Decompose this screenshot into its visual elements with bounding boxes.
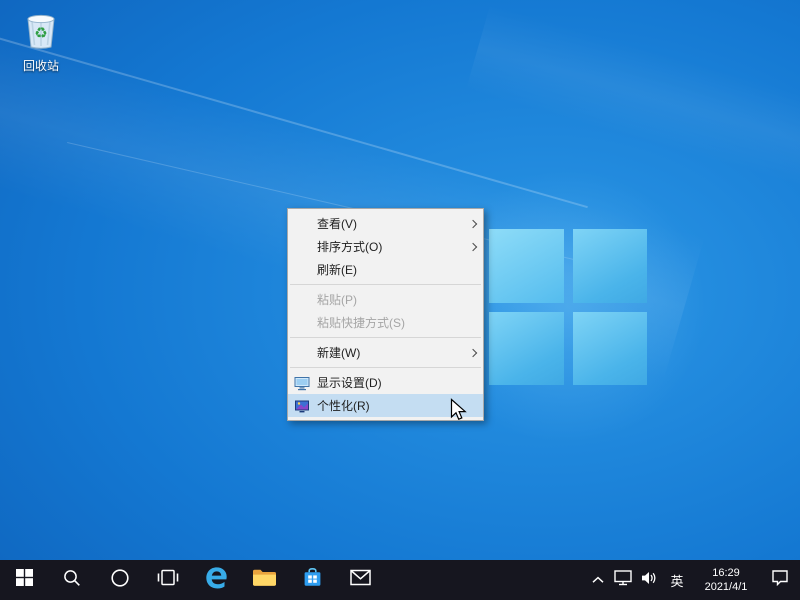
task-view-icon xyxy=(157,569,179,591)
windows-start-icon xyxy=(16,569,33,591)
recycle-bin-icon: ♻ xyxy=(22,37,60,54)
menu-item-display-settings[interactable]: 显示设置(D) xyxy=(288,371,483,394)
network-button[interactable] xyxy=(610,560,636,600)
ime-language-button[interactable]: 英 xyxy=(662,560,692,600)
cortana-icon xyxy=(110,568,130,593)
chevron-up-icon xyxy=(592,571,604,589)
menu-item-icon-slot xyxy=(294,216,310,232)
network-icon xyxy=(614,570,632,591)
submenu-chevron-icon xyxy=(466,244,476,250)
system-tray: 英 16:29 2021/4/1 xyxy=(586,560,800,600)
menu-item-icon-slot xyxy=(294,345,310,361)
menu-item-label: 粘贴快捷方式(S) xyxy=(317,314,476,331)
file-explorer-icon xyxy=(252,568,277,592)
submenu-chevron-icon xyxy=(466,350,476,356)
personalization-icon xyxy=(294,398,310,414)
action-center-button[interactable] xyxy=(760,560,800,600)
action-center-icon xyxy=(771,569,789,591)
menu-item-label: 刷新(E) xyxy=(317,261,476,278)
desktop-context-menu: 查看(V) 排序方式(O) 刷新(E) 粘贴(P) 粘贴快捷方式(S) 新建(W… xyxy=(287,208,484,421)
windows-logo-pane xyxy=(489,229,564,303)
menu-item-paste: 粘贴(P) xyxy=(288,288,483,311)
microsoft-store-icon xyxy=(302,567,323,593)
windows-wallpaper-logo xyxy=(489,229,647,385)
start-button[interactable] xyxy=(0,560,48,600)
menu-item-label: 新建(W) xyxy=(317,344,466,361)
menu-item-personalize[interactable]: 个性化(R) xyxy=(288,394,483,417)
menu-item-sort-by[interactable]: 排序方式(O) xyxy=(288,235,483,258)
search-icon xyxy=(63,569,81,592)
menu-separator xyxy=(290,367,481,368)
edge-browser-icon xyxy=(203,564,230,596)
cortana-button[interactable] xyxy=(96,560,144,600)
recycle-bin-shortcut[interactable]: ♻ 回收站 xyxy=(12,8,70,74)
menu-item-label: 查看(V) xyxy=(317,215,466,232)
taskbar-app-buttons xyxy=(0,560,384,600)
menu-item-label: 显示设置(D) xyxy=(317,374,476,391)
windows-logo-pane xyxy=(573,312,648,386)
menu-separator xyxy=(290,337,481,338)
search-button[interactable] xyxy=(48,560,96,600)
clock-date: 2021/4/1 xyxy=(705,580,748,594)
taskbar-empty-area[interactable] xyxy=(384,560,586,600)
desktop[interactable]: ♻ 回收站 查看(V) 排序方式(O) 刷新(E) 粘贴(P) 粘贴快捷方式(S… xyxy=(0,0,800,560)
clock-time: 16:29 xyxy=(712,566,740,580)
menu-item-label: 粘贴(P) xyxy=(317,291,476,308)
mail-icon xyxy=(350,569,371,591)
menu-item-label: 个性化(R) xyxy=(317,397,476,414)
volume-icon xyxy=(640,570,658,591)
svg-text:♻: ♻ xyxy=(34,24,47,42)
display-settings-icon xyxy=(294,375,310,391)
recycle-bin-label: 回收站 xyxy=(12,57,70,74)
mail-button[interactable] xyxy=(336,560,384,600)
menu-item-new[interactable]: 新建(W) xyxy=(288,341,483,364)
clock-button[interactable]: 16:29 2021/4/1 xyxy=(692,560,760,600)
menu-item-view[interactable]: 查看(V) xyxy=(288,212,483,235)
menu-item-icon-slot xyxy=(294,315,310,331)
menu-item-icon-slot xyxy=(294,262,310,278)
menu-item-paste-shortcut: 粘贴快捷方式(S) xyxy=(288,311,483,334)
menu-item-icon-slot xyxy=(294,292,310,308)
edge-browser-button[interactable] xyxy=(192,560,240,600)
show-hidden-icons-button[interactable] xyxy=(586,560,610,600)
ime-language-label: 英 xyxy=(670,571,683,590)
windows-logo-pane xyxy=(489,312,564,386)
volume-button[interactable] xyxy=(636,560,662,600)
microsoft-store-button[interactable] xyxy=(288,560,336,600)
submenu-chevron-icon xyxy=(466,221,476,227)
menu-item-icon-slot xyxy=(294,239,310,255)
menu-item-refresh[interactable]: 刷新(E) xyxy=(288,258,483,281)
menu-item-label: 排序方式(O) xyxy=(317,238,466,255)
file-explorer-button[interactable] xyxy=(240,560,288,600)
windows-logo-pane xyxy=(573,229,648,303)
menu-separator xyxy=(290,284,481,285)
taskbar: 英 16:29 2021/4/1 xyxy=(0,560,800,600)
task-view-button[interactable] xyxy=(144,560,192,600)
